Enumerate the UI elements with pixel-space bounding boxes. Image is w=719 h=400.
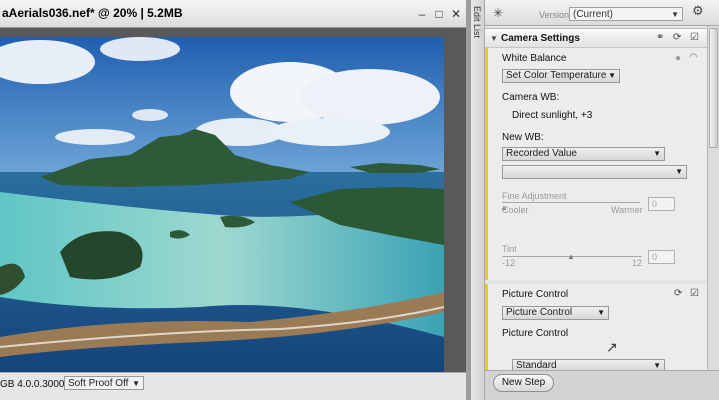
fine-adjustment-slider[interactable] — [502, 202, 640, 203]
version-dropdown[interactable]: (Current) ▼ — [569, 7, 683, 21]
chevron-down-icon: ▼ — [608, 71, 616, 80]
maximize-icon[interactable]: □ — [433, 8, 445, 20]
edit-list-tab-label: Edit List — [472, 6, 482, 39]
new-wb-value: Recorded Value — [506, 148, 577, 159]
version-value: (Current) — [573, 9, 614, 20]
color-profile-label: GB 4.0.0.3000 — [0, 379, 65, 390]
reset-icon[interactable]: ◠ — [689, 53, 698, 63]
tint-value[interactable]: 0 — [648, 250, 675, 264]
mouse-cursor-icon: ↗ — [606, 339, 618, 355]
camera-settings-title: Camera Settings — [501, 33, 580, 44]
wb-mode-value: Set Color Temperature — [506, 70, 607, 81]
fine-adjustment-label: Fine Adjustment — [502, 191, 567, 201]
white-balance-section: White Balance ● ◠ Set Color Temperature … — [485, 48, 707, 280]
panel-scrollbar[interactable] — [707, 26, 719, 370]
link-icon[interactable]: ⚭ — [656, 33, 664, 43]
image-canvas[interactable] — [0, 28, 466, 392]
fine-adjustment-value[interactable]: 0 — [648, 197, 675, 211]
wb-preset-dropdown[interactable]: ▼ — [502, 165, 687, 179]
close-icon[interactable]: ✕ — [450, 8, 462, 20]
edit-list-tab[interactable]: Edit List — [471, 0, 485, 400]
tint-min-label: -12 — [502, 258, 516, 268]
adjustments-panel: ✳ Version (Current) ▼ ⚙ ▼ Camera Setting… — [485, 0, 719, 400]
document-title: aAerials036.nef* @ 20% | 5.2MB — [2, 6, 183, 20]
panel-footer: New Step — [485, 370, 719, 400]
warmer-label: Warmer — [611, 205, 643, 215]
reset-icon[interactable]: ⟳ — [673, 33, 681, 43]
checkbox-icon[interactable]: ☑ — [690, 33, 699, 43]
document-window: aAerials036.nef* @ 20% | 5.2MB – □ ✕ GB … — [0, 0, 466, 400]
aerial-photo — [0, 37, 444, 392]
new-wb-label: New WB: — [502, 132, 544, 143]
camera-wb-value: Direct sunlight, +3 — [512, 110, 593, 121]
new-step-button[interactable]: New Step — [493, 374, 554, 392]
chevron-down-icon: ▼ — [671, 10, 679, 19]
tint-max-label: 12 — [632, 258, 643, 268]
camera-settings-header[interactable]: ▼ Camera Settings ⚭ ⟳ ☑ — [485, 28, 707, 48]
version-label: Version — [539, 10, 570, 20]
chevron-down-icon: ▼ — [653, 361, 661, 370]
panel-header: ✳ Version (Current) ▼ ⚙ — [485, 0, 719, 26]
picture-control-dropdown[interactable]: Picture Control ▼ — [502, 306, 609, 320]
picture-control-section: Picture Control ⟳ ☑ Picture Control ▼ Pi… — [485, 284, 707, 370]
picture-preset-value: Standard — [516, 360, 557, 370]
cooler-label: Cooler — [502, 205, 529, 215]
picture-control-select-value: Picture Control — [506, 307, 573, 318]
toggle-dot-icon[interactable]: ● — [675, 54, 681, 64]
picture-preset-dropdown[interactable]: Standard ▼ — [512, 359, 665, 370]
chevron-down-icon: ▼ — [132, 379, 140, 388]
tint-label: Tint — [502, 244, 517, 254]
white-balance-label: White Balance — [502, 53, 567, 64]
document-titlebar[interactable]: aAerials036.nef* @ 20% | 5.2MB – □ ✕ — [0, 0, 466, 28]
document-statusbar: GB 4.0.0.3000 Soft Proof Off ▼ — [0, 372, 466, 400]
camera-wb-label: Camera WB: — [502, 92, 560, 103]
picture-control-label: Picture Control — [502, 289, 569, 300]
minimize-icon[interactable]: – — [416, 8, 428, 20]
chevron-down-icon: ▼ — [653, 149, 661, 158]
chevron-down-icon: ▼ — [597, 308, 605, 317]
scrollbar-thumb[interactable] — [709, 28, 718, 148]
slider-thumb-icon[interactable]: ▲ — [567, 252, 575, 262]
checkbox-icon[interactable]: ☑ — [690, 289, 699, 299]
reset-icon[interactable]: ⟳ — [674, 289, 682, 299]
soft-proof-dropdown[interactable]: Soft Proof Off ▼ — [64, 376, 144, 390]
chevron-down-icon: ▼ — [675, 167, 683, 176]
picture-control-sub-label: Picture Control — [502, 328, 569, 339]
gear-icon[interactable]: ⚙ — [692, 4, 704, 17]
soft-proof-label: Soft Proof Off — [68, 378, 129, 389]
collapse-triangle-icon[interactable]: ▼ — [490, 34, 498, 43]
wb-mode-dropdown[interactable]: Set Color Temperature ▼ — [502, 69, 620, 83]
sparkle-icon[interactable]: ✳ — [493, 7, 503, 19]
new-wb-dropdown[interactable]: Recorded Value ▼ — [502, 147, 665, 161]
